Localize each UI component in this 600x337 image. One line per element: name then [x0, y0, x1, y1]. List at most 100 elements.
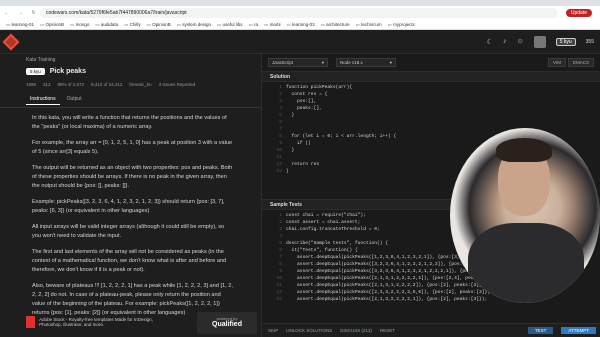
url-field[interactable]: codewars.com/kata/5279f6fe5ab7f447890006… [40, 8, 558, 18]
version-select[interactable]: Node v18.x ▾ [336, 58, 396, 67]
desc-paragraph: The output will be returned as an object… [32, 165, 233, 189]
emacs-button[interactable]: EMACS [567, 58, 594, 67]
line-number: 1 [279, 85, 282, 90]
bookmark-item[interactable]: audidata [95, 22, 118, 28]
ad-text: Adobe Stock - Royalty-free templates Mad… [39, 317, 153, 327]
code-text: } [286, 148, 295, 153]
instructions-panel: Kata Training 5 kyu Pick peaks 1695 312 … [0, 54, 262, 337]
language-select[interactable]: JavaScript ▾ [268, 58, 328, 67]
discuss-button[interactable]: DISCUSS (213) [340, 328, 372, 333]
kata-title-row: 5 kyu Pick peaks [0, 66, 261, 77]
stat-issues[interactable]: 3 Issues Reported [159, 82, 196, 87]
chevron-down-icon: ▾ [321, 59, 324, 65]
line-number: 1 [279, 213, 282, 218]
user-icon[interactable]: ☺ [517, 38, 524, 45]
app-header: ☾ ♪ ☺ 5 kyu 355 [0, 30, 600, 54]
line-number: 3 [279, 99, 282, 104]
code-text: assert.deepEqual(pickPeaks([2,1,3,2,2,2,… [286, 297, 488, 302]
update-button[interactable]: Update [565, 9, 592, 17]
tab-output[interactable]: Output [63, 94, 86, 105]
forward-icon[interactable]: → [18, 10, 23, 16]
language-value: JavaScript [272, 60, 294, 65]
bookmark-item[interactable]: ra [249, 22, 258, 28]
bookmark-item[interactable]: martii [264, 22, 281, 28]
code-text: } [286, 113, 295, 118]
code-text: const chai = require("chai"); [286, 213, 366, 218]
code-text: assert.deepEqual(pickPeaks([2,1,3,1,2,2,… [286, 283, 488, 288]
line-number: 9 [279, 269, 282, 274]
honor-count: 355 [585, 38, 594, 45]
line-number: 7 [279, 255, 282, 260]
tab-instructions[interactable]: Instructions [26, 94, 60, 105]
test-button[interactable]: TEST [527, 327, 554, 334]
attempt-button[interactable]: ATTEMPT [561, 327, 596, 334]
bookmark-item[interactable]: learning-01 [6, 22, 35, 28]
version-value: Node v18.x [340, 60, 363, 65]
qualified-badge[interactable]: powered by Qualified [197, 312, 257, 334]
reset-button[interactable]: RESET [380, 328, 395, 333]
code-text: return res [286, 162, 320, 167]
stat-stars[interactable]: 1695 [26, 82, 36, 87]
line-number: 12 [276, 290, 282, 295]
code-text: assert.deepEqual(pickPeaks([2,1,3,2,2,2,… [286, 290, 493, 295]
stat-collections: 312 [43, 82, 51, 87]
bookmark-item[interactable]: system design [177, 22, 211, 28]
unlock-solutions-button[interactable]: UNLOCK SOLUTIONS [286, 328, 332, 333]
page-title: Pick peaks [49, 68, 86, 75]
line-number: 10 [276, 276, 282, 281]
bookmark-item[interactable]: learning-03 [287, 22, 315, 28]
line-number: 8 [279, 262, 282, 267]
kata-description: In this kata, you will write a function … [0, 108, 261, 318]
moon-icon[interactable]: ☾ [487, 38, 493, 46]
bookmark-item[interactable]: useful libs [217, 22, 243, 28]
stat-satisfaction: 89% of 2,672 [57, 82, 85, 87]
code-line: 5 } [262, 112, 600, 119]
line-number: 9 [279, 141, 282, 146]
line-number: 8 [279, 134, 282, 139]
reload-icon[interactable]: ↻ [31, 10, 35, 16]
rank-badge: 5 kyu [555, 37, 576, 46]
code-text: const assert = chai.assert; [286, 220, 361, 225]
skip-button[interactable]: SKIP [268, 328, 278, 333]
solution-label: Solution [262, 72, 600, 82]
code-text: describe("Sample tests", function() { [286, 241, 388, 246]
line-number: 4 [279, 234, 282, 239]
bookmark-item[interactable]: technicum [356, 22, 382, 28]
editor-toolbar: JavaScript ▾ Node v18.x ▾ VIM EMACS [262, 54, 600, 72]
code-text: for (let i = 0; i < arr.length; i++) { [286, 134, 397, 139]
line-number: 4 [279, 106, 282, 111]
line-number: 2 [279, 220, 282, 225]
line-number: 3 [279, 227, 282, 232]
keymap-toggle: VIM EMACS [547, 58, 594, 67]
codewars-logo[interactable] [2, 33, 20, 50]
stat-author[interactable]: frenetic_bn [129, 82, 151, 87]
line-number: 2 [279, 92, 282, 97]
code-line: 6 [262, 119, 600, 126]
code-text: function pickPeaks(arr){ [286, 85, 353, 90]
address-bar: ← → ↻ codewars.com/kata/5279f6fe5ab7f447… [0, 6, 600, 20]
line-number: 5 [279, 113, 282, 118]
line-number: 6 [279, 248, 282, 253]
presenter-hair [496, 138, 552, 162]
bell-icon[interactable]: ♪ [503, 38, 507, 45]
code-text: peaks:[], [286, 106, 322, 111]
code-text: pos:[], [286, 99, 317, 104]
code-text: const res = { [286, 92, 328, 97]
vim-button[interactable]: VIM [547, 58, 566, 67]
adobe-ad[interactable]: Adobe Stock - Royalty-free templates Mad… [26, 310, 176, 334]
bookmark-item[interactable]: OpinionB [147, 22, 171, 28]
bookmark-item[interactable]: mongo [70, 22, 90, 28]
line-number: 13 [276, 297, 282, 302]
back-icon[interactable]: ← [4, 10, 9, 16]
bookmark-item[interactable]: architecture [321, 22, 350, 28]
code-line: 3 pos:[], [262, 98, 600, 105]
desc-paragraph: For example, the array arr = [0, 1, 2, 5… [32, 140, 233, 155]
avatar[interactable] [533, 35, 546, 48]
desc-paragraph: Example: pickPeaks([3, 2, 3, 6, 4, 1, 2,… [32, 199, 225, 214]
adobe-icon [26, 316, 36, 328]
bookmark-item[interactable]: Chilly [124, 22, 141, 28]
action-bar: SKIP UNLOCK SOLUTIONS DISCUSS (213) RESE… [262, 323, 600, 337]
line-number: 5 [279, 241, 282, 246]
bookmark-item[interactable]: OpinionB [40, 22, 65, 28]
bookmark-item[interactable]: myprojects [388, 22, 415, 28]
